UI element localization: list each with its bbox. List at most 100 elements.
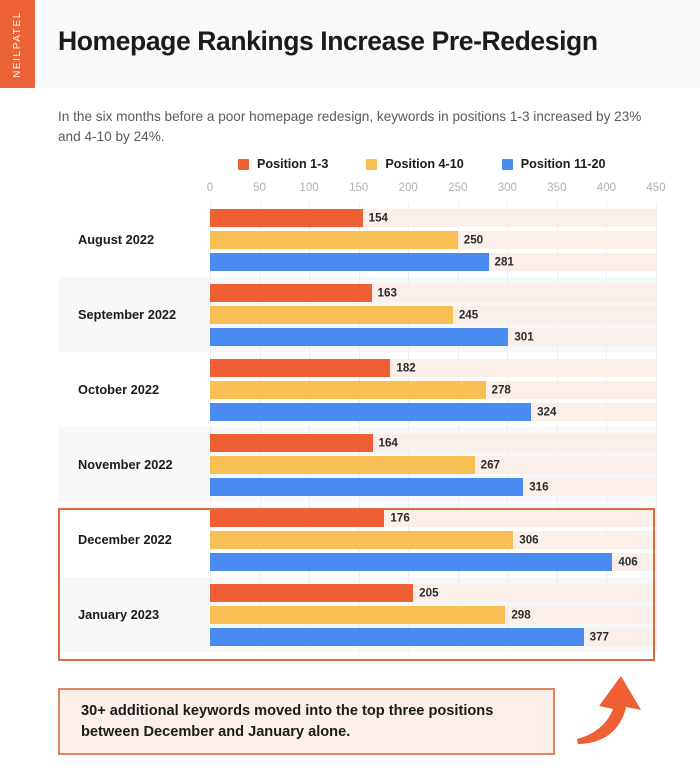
bar-group: 182 278 324 [210, 352, 657, 427]
chart-legend: Position 1-3 Position 4-10 Position 11-20 [238, 157, 605, 171]
bar[interactable] [210, 283, 372, 302]
bar-group: 163 245 301 [210, 277, 657, 352]
bar[interactable] [210, 252, 489, 271]
bar-track: 250 [210, 230, 656, 249]
bar[interactable] [210, 380, 486, 399]
gridline [656, 577, 657, 652]
x-axis-tick: 400 [596, 182, 617, 194]
gridline [656, 277, 657, 352]
brand-tab-label: NEILPATEL [12, 10, 24, 78]
gridline [656, 202, 657, 277]
page-title: Homepage Rankings Increase Pre-Redesign [58, 26, 598, 56]
bar[interactable] [210, 455, 475, 474]
bar-track: 176 [210, 508, 656, 527]
legend-swatch-icon [238, 158, 249, 170]
bar-group: 176 306 406 [210, 502, 657, 577]
gridline [656, 352, 657, 427]
brand-tab: NEILPATEL [0, 0, 35, 88]
bar[interactable] [210, 477, 524, 496]
bar-value-label: 306 [519, 533, 539, 546]
legend-label: Position 4-10 [385, 157, 464, 171]
bar-value-label: 377 [589, 630, 609, 643]
bar-group: 164 267 316 [210, 427, 657, 502]
bar-group: 205 298 377 [210, 577, 657, 652]
x-axis: 0 50 100 150 200 250 300 350 400 450 [206, 182, 666, 202]
x-axis-tick: 200 [398, 182, 418, 194]
bar[interactable] [210, 433, 373, 452]
x-axis-tick: 100 [299, 182, 319, 194]
bar[interactable] [210, 230, 458, 249]
bar-track: 245 [210, 305, 656, 324]
bar[interactable] [210, 508, 385, 527]
x-axis-tick: 0 [206, 182, 214, 194]
legend-item-3[interactable]: Position 11-20 [501, 157, 606, 171]
bar[interactable] [210, 402, 532, 421]
bar-value-label: 316 [529, 480, 549, 493]
chart-group: September 2022 163 245 301 [58, 277, 657, 352]
legend-item-2[interactable]: Position 4-10 [366, 157, 464, 171]
x-axis-tick: 250 [448, 182, 468, 194]
bar-value-label: 205 [419, 586, 439, 599]
bar[interactable] [210, 530, 514, 549]
chart-group: December 2022 176 306 406 [58, 502, 657, 577]
bar-value-label: 301 [514, 330, 534, 343]
chart-group: August 2022 154 250 281 [58, 202, 657, 277]
bar-value-label: 406 [618, 555, 638, 568]
callout-text: 30+ additional keywords moved into the t… [81, 702, 494, 740]
x-axis-tick: 450 [646, 182, 666, 194]
x-axis-tick: 150 [349, 182, 369, 194]
bar-track: 182 [210, 358, 656, 377]
bar[interactable] [210, 583, 414, 602]
bar-track: 164 [210, 433, 656, 452]
curved-up-arrow-icon [575, 673, 655, 749]
bar-value-label: 154 [368, 211, 388, 224]
bar-value-label: 281 [494, 255, 514, 268]
legend-swatch-icon [501, 158, 513, 170]
legend-swatch-icon [366, 158, 378, 170]
bar-value-label: 278 [491, 383, 511, 396]
category-label: January 2023 [78, 607, 160, 622]
bar-value-label: 250 [463, 233, 484, 246]
bar[interactable] [210, 605, 506, 624]
bar-track: 316 [210, 477, 656, 496]
legend-item-1[interactable]: Position 1-3 [238, 157, 328, 171]
bar-track: 324 [210, 402, 656, 421]
bar-value-label: 298 [511, 608, 531, 621]
bar-track: 267 [210, 455, 656, 474]
gridline [656, 427, 657, 502]
bar[interactable] [210, 627, 584, 646]
chart-group: October 2022 182 278 324 [58, 352, 657, 427]
bar[interactable] [210, 327, 509, 346]
bar-value-label: 182 [396, 361, 416, 374]
bar-value-label: 245 [458, 308, 479, 321]
bar-value-label: 164 [378, 436, 398, 449]
chart-group: November 2022 164 267 316 [58, 427, 657, 502]
bar[interactable] [210, 358, 391, 377]
callout-box: 30+ additional keywords moved into the t… [58, 688, 555, 755]
bar-track: 281 [210, 252, 656, 271]
x-axis-tick: 300 [497, 182, 517, 194]
bar-value-label: 163 [377, 286, 397, 299]
bar-value-label: 267 [480, 458, 500, 471]
bar[interactable] [210, 552, 613, 571]
bar-track: 298 [210, 605, 656, 624]
bar-track: 205 [210, 583, 656, 602]
x-axis-tick: 50 [253, 182, 266, 194]
bar[interactable] [210, 208, 363, 227]
bar-track: 306 [210, 530, 656, 549]
bar-group: 154 250 281 [210, 202, 657, 277]
bar-chart: 0 50 100 150 200 250 300 350 400 450 August 2022 1… [58, 182, 666, 652]
plot-area: August 2022 154 250 281 September 2022 163 245… [58, 202, 657, 652]
legend-label: Position 11-20 [520, 157, 606, 171]
gridline [656, 502, 657, 577]
bar[interactable] [210, 305, 453, 324]
bar-track: 154 [210, 208, 656, 227]
bar-value-label: 176 [390, 511, 410, 524]
category-label: November 2022 [78, 457, 173, 472]
chart-group: January 2023 205 298 377 [58, 577, 657, 652]
chart-subtitle: In the six months before a poor homepage… [58, 109, 642, 144]
category-label: September 2022 [78, 307, 177, 322]
bar-value-label: 324 [537, 405, 557, 418]
category-label: August 2022 [78, 232, 155, 247]
legend-label: Position 1-3 [257, 157, 329, 171]
